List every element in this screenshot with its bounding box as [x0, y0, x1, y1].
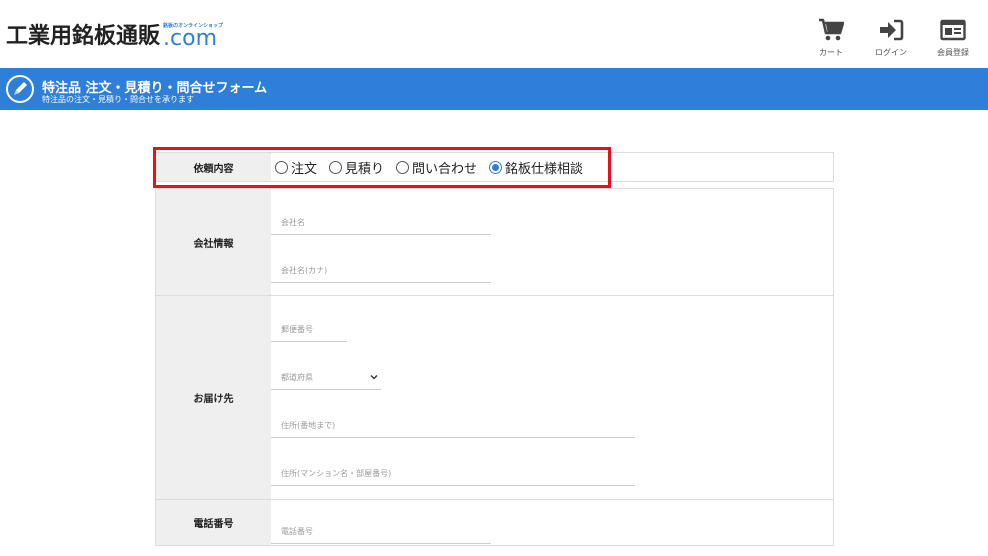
address-line1-input[interactable] [271, 414, 635, 438]
radio-inquiry[interactable]: 問い合わせ [396, 158, 477, 177]
site-header: 工業用銘板通販 銘板のオンラインショップ .com カート ログイン 会員登録 [0, 0, 988, 68]
request-type-radio-group: 注文 見積り 問い合わせ 銘板仕様相談 [271, 153, 833, 181]
company-row: 会社情報 [155, 188, 834, 296]
radio-order-label: 注文 [291, 161, 318, 177]
inquiry-form: 依頼内容 注文 見積り 問い合わせ 銘板仕様相談 会社情報 会社名 会社名(カナ… [155, 152, 834, 546]
login-icon [880, 19, 904, 41]
phone-input[interactable] [271, 520, 491, 544]
company-name-input[interactable] [271, 211, 491, 235]
radio-circle-checked[interactable] [489, 160, 503, 174]
page-subtitle: 特注品の注文・見積り・問合せを承ります [42, 95, 194, 104]
radio-spec-consultation[interactable]: 銘板仕様相談 [489, 158, 583, 177]
page-banner: 特注品 注文・見積り・問合せフォーム 特注品の注文・見積り・問合せを承ります [0, 68, 988, 110]
request-type-row: 依頼内容 注文 見積り 問い合わせ 銘板仕様相談 [155, 152, 834, 182]
radio-inquiry-label: 問い合わせ [412, 161, 478, 177]
radio-estimate-label: 見積り [345, 161, 385, 177]
delivery-label: お届け先 [156, 296, 271, 499]
logo-side: 銘板のオンラインショップ .com [163, 22, 223, 50]
logo-main-text: 工業用銘板通販 [6, 24, 161, 49]
login-label: ログイン [875, 48, 907, 57]
member-card-icon [940, 19, 966, 41]
pen-icon [6, 75, 34, 103]
company-label: 会社情報 [156, 189, 271, 295]
radio-spec-consultation-label: 銘板仕様相談 [505, 161, 584, 177]
logo-com: .com [163, 26, 217, 51]
phone-field [271, 500, 833, 545]
radio-order[interactable]: 注文 [275, 158, 317, 177]
phone-label: 電話番号 [156, 500, 271, 545]
register-label: 会員登録 [937, 48, 969, 57]
cart-icon [819, 18, 844, 41]
site-logo[interactable]: 工業用銘板通販 銘板のオンラインショップ .com [6, 18, 223, 50]
radio-estimate[interactable]: 見積り [329, 158, 384, 177]
address-line2-input[interactable] [271, 462, 635, 486]
radio-circle[interactable] [396, 160, 410, 174]
login-button[interactable]: ログイン [871, 18, 911, 58]
phone-row: 電話番号 [155, 500, 834, 546]
radio-circle[interactable] [275, 160, 288, 174]
delivery-row: お届け先 都道府県 [155, 296, 834, 500]
request-type-label: 依頼内容 [156, 153, 271, 181]
cart-button[interactable]: カート [811, 18, 851, 58]
chevron-down-icon [370, 375, 378, 380]
cart-label: カート [819, 48, 843, 57]
company-field [271, 189, 833, 295]
delivery-field: 都道府県 [271, 296, 833, 499]
prefecture-placeholder: 都道府県 [281, 373, 313, 382]
prefecture-select[interactable]: 都道府県 [271, 366, 381, 390]
zip-input[interactable] [271, 318, 347, 342]
request-type-field: 注文 見積り 問い合わせ 銘板仕様相談 [271, 153, 833, 181]
register-button[interactable]: 会員登録 [933, 18, 973, 58]
company-kana-input[interactable] [271, 259, 491, 283]
radio-circle[interactable] [329, 160, 343, 174]
